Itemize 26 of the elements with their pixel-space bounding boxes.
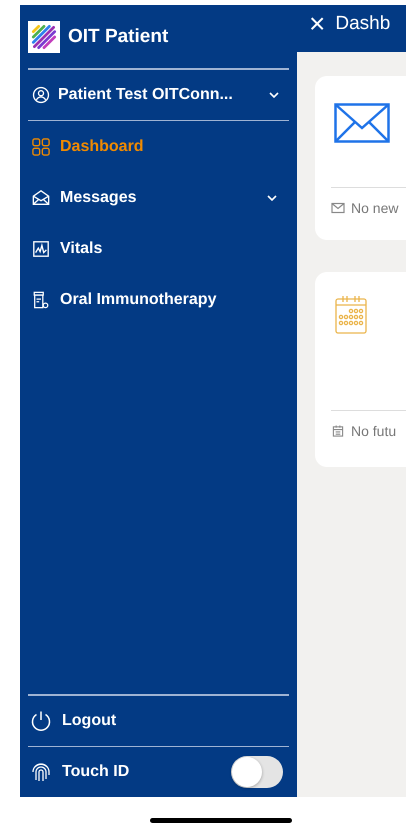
card-status-text: No futu [351, 423, 396, 439]
app-logo-icon [28, 20, 60, 52]
chevron-icon [267, 194, 277, 200]
menu-item[interactable]: Oral Immunotherapy [28, 274, 289, 325]
menu-item[interactable]: Messages [28, 172, 289, 223]
envelope-icon [334, 103, 390, 143]
menu-item[interactable]: Dashboard [28, 121, 289, 172]
chart-icon [32, 240, 50, 258]
user-icon [32, 86, 50, 104]
envelope-icon [331, 202, 345, 214]
power-icon [30, 710, 52, 732]
grid-icon [32, 138, 50, 156]
card-status-text: No new [351, 200, 398, 216]
close-button[interactable]: × [309, 10, 326, 38]
user-menu[interactable]: Patient Test OITConn... [28, 70, 289, 120]
calendar-icon [335, 294, 367, 334]
app-title: OIT Patient [68, 26, 168, 48]
touch-id-toggle[interactable] [231, 756, 283, 788]
calendar-icon [331, 425, 345, 437]
envelope-icon [32, 188, 50, 206]
fingerprint-icon [30, 761, 52, 783]
menu-item[interactable]: Vitals [28, 223, 289, 274]
medicine-bottle-icon [32, 290, 50, 308]
logout-button[interactable]: Logout [28, 696, 289, 746]
touch-id-label: Touch ID [62, 763, 130, 781]
page-title: Dashb [335, 12, 390, 34]
